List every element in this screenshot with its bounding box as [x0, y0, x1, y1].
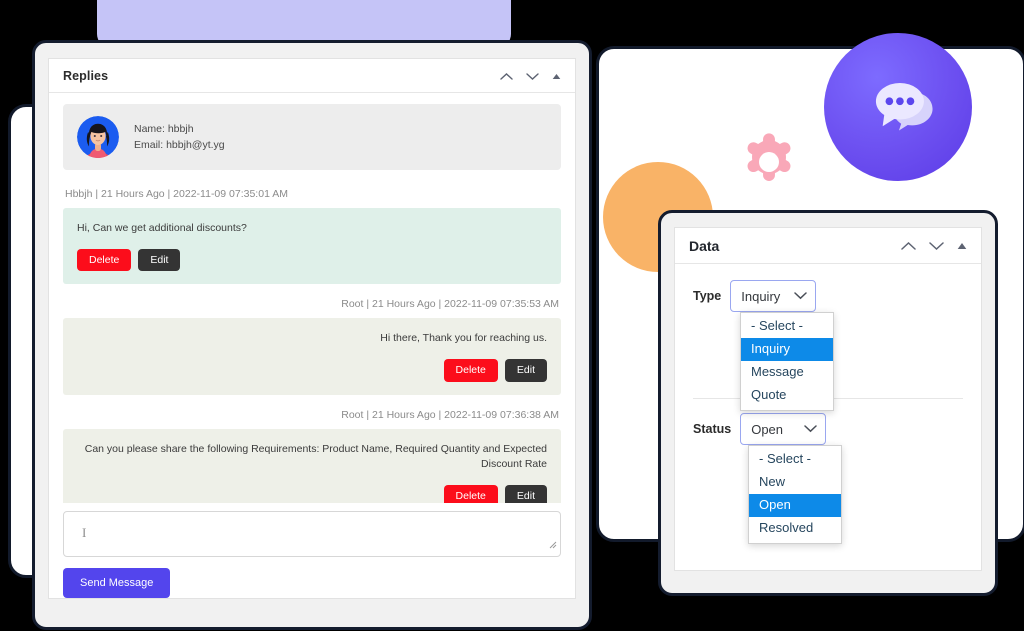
message-item: Root | 21 Hours Ago | 2022-11-09 07:36:3…	[63, 405, 561, 503]
message-bubble: Hi there, Thank you for reaching us. Del…	[63, 318, 561, 395]
message-meta: Root | 21 Hours Ago | 2022-11-09 07:35:5…	[341, 298, 559, 311]
message-text: Hi there, Thank you for reaching us.	[380, 332, 547, 345]
type-field-row: Type Inquiry - Select - Inquiry Message …	[693, 280, 963, 411]
message-input[interactable]: I	[63, 511, 561, 557]
message-actions: Delete Edit	[77, 248, 547, 272]
type-field-label: Type	[693, 289, 722, 303]
status-select-value: Open	[751, 421, 784, 437]
chevron-down-icon	[794, 287, 807, 305]
edit-button[interactable]: Edit	[138, 248, 181, 272]
message-actions: Delete Edit	[77, 485, 547, 503]
message-bubble: Hi, Can we get additional discounts? Del…	[63, 208, 561, 285]
message-meta: Root | 21 Hours Ago | 2022-11-09 07:36:3…	[341, 408, 559, 421]
message-item: Root | 21 Hours Ago | 2022-11-09 07:35:5…	[63, 294, 561, 395]
type-select-options[interactable]: - Select - Inquiry Message Quote	[740, 312, 834, 411]
compose-area: I Send Message	[49, 503, 575, 598]
delete-button[interactable]: Delete	[443, 359, 498, 382]
collapse-triangle-icon[interactable]	[552, 73, 561, 80]
data-panel-body: Type Inquiry - Select - Inquiry Message …	[675, 264, 981, 570]
user-email-line: Email: hbbjh@yt.yg	[134, 139, 225, 151]
chevron-up-icon[interactable]	[901, 241, 916, 251]
replies-panel-header: Replies	[49, 59, 575, 93]
data-header-controls	[901, 241, 967, 251]
option-item[interactable]: Open	[749, 494, 841, 518]
message-text: Can you please share the following Requi…	[84, 442, 547, 471]
chevron-down-icon	[804, 420, 817, 438]
delete-button[interactable]: Delete	[443, 485, 498, 503]
edit-button[interactable]: Edit	[504, 485, 547, 503]
message-actions: Delete Edit	[77, 359, 547, 382]
user-avatar	[77, 116, 119, 158]
send-message-button[interactable]: Send Message	[63, 568, 171, 598]
text-cursor-icon: I	[82, 525, 87, 540]
replies-header-controls	[500, 72, 561, 81]
status-field-row: Status Open - Select - New Open Resolved	[693, 413, 963, 544]
option-item[interactable]: Resolved	[749, 517, 841, 540]
chat-bubbles-icon	[824, 33, 972, 181]
collapse-triangle-icon[interactable]	[957, 242, 967, 250]
data-panel: Data Type Inquiry - Select - Inquiry Mes…	[674, 227, 982, 571]
gear-icon	[735, 128, 803, 196]
panel-title: Data	[689, 238, 720, 254]
message-bubble: Can you please share the following Requi…	[63, 428, 561, 503]
data-window: Data Type Inquiry - Select - Inquiry Mes…	[658, 210, 998, 596]
chevron-down-icon[interactable]	[526, 72, 539, 81]
status-select-options[interactable]: - Select - New Open Resolved	[748, 445, 842, 544]
option-item[interactable]: - Select -	[741, 315, 833, 338]
replies-panel-body: Name: hbbjh Email: hbbjh@yt.yg Hbbjh | 2…	[49, 93, 575, 503]
option-item[interactable]: Inquiry	[741, 338, 833, 362]
option-item[interactable]: - Select -	[749, 448, 841, 471]
message-text: Hi, Can we get additional discounts?	[77, 222, 247, 234]
chevron-down-icon[interactable]	[929, 241, 944, 251]
status-field-label: Status	[693, 422, 732, 436]
scene: Replies Name: hbbjh Email: hbbjh@yt.yg H…	[0, 0, 1024, 631]
user-info-card: Name: hbbjh Email: hbbjh@yt.yg	[63, 104, 561, 170]
option-item[interactable]: Quote	[741, 384, 833, 407]
user-meta: Name: hbbjh Email: hbbjh@yt.yg	[134, 121, 225, 154]
edit-button[interactable]: Edit	[504, 359, 547, 382]
chevron-up-icon[interactable]	[500, 72, 513, 81]
replies-panel: Replies Name: hbbjh Email: hbbjh@yt.yg H…	[48, 58, 576, 599]
data-panel-header: Data	[675, 228, 981, 264]
resize-handle-icon[interactable]	[548, 536, 557, 554]
type-select[interactable]: Inquiry	[730, 280, 817, 312]
status-select[interactable]: Open	[740, 413, 827, 445]
replies-window: Replies Name: hbbjh Email: hbbjh@yt.yg H…	[32, 40, 592, 630]
option-item[interactable]: Message	[741, 361, 833, 384]
delete-button[interactable]: Delete	[77, 248, 132, 272]
option-item[interactable]: New	[749, 471, 841, 494]
panel-title: Replies	[63, 69, 109, 83]
user-name-line: Name: hbbjh	[134, 122, 194, 135]
message-meta: Hbbjh | 21 Hours Ago | 2022-11-09 07:35:…	[65, 188, 288, 200]
message-item: Hbbjh | 21 Hours Ago | 2022-11-09 07:35:…	[63, 184, 561, 285]
type-select-value: Inquiry	[741, 288, 781, 304]
